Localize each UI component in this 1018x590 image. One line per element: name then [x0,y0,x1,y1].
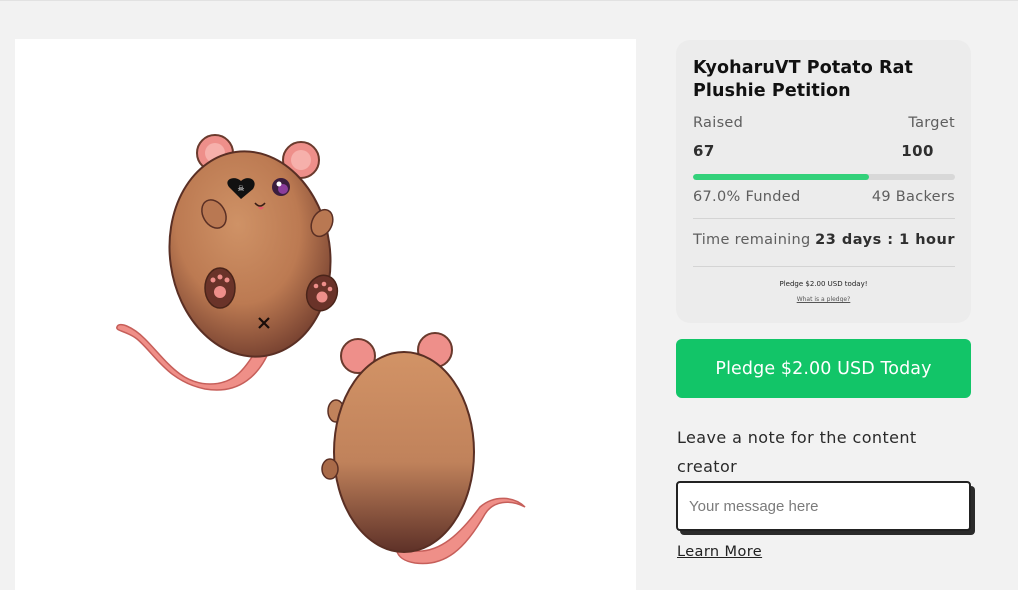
funding-progress-bar [693,174,955,180]
time-remaining-value: 23 days : 1 hour [815,232,955,248]
target-value: 100 [901,142,934,160]
funded-percent: 67.0% Funded [693,189,801,205]
divider [693,266,955,267]
funding-progress-fill [693,174,869,180]
divider [693,218,955,219]
campaign-title: KyoharuVT Potato Rat Plushie Petition [693,58,913,101]
message-input[interactable] [676,481,971,531]
potato-rat-illustration: ☠ [116,134,526,565]
svg-text:☠: ☠ [237,184,244,193]
rat-front-figure: ☠ [116,134,339,391]
pledge-button[interactable]: Pledge $2.00 USD Today [676,339,971,398]
note-label: Leave a note for the content creator [677,428,917,476]
campaign-card: KyoharuVT Potato Rat Plushie Petition Ra… [676,40,971,323]
raised-value: 67 [693,142,715,160]
target-label: Target [908,115,955,131]
product-image: ☠ [15,39,636,590]
backers-count: 49 Backers [871,189,955,205]
raised-label: Raised [693,115,744,131]
what-is-pledge-link[interactable]: What is a pledge? [676,296,971,303]
rat-back-figure [321,332,526,565]
time-remaining-label: Time remaining [693,232,811,248]
pledge-note: Pledge $2.00 USD today! [779,280,868,288]
learn-more-link[interactable]: Learn More [677,544,762,560]
